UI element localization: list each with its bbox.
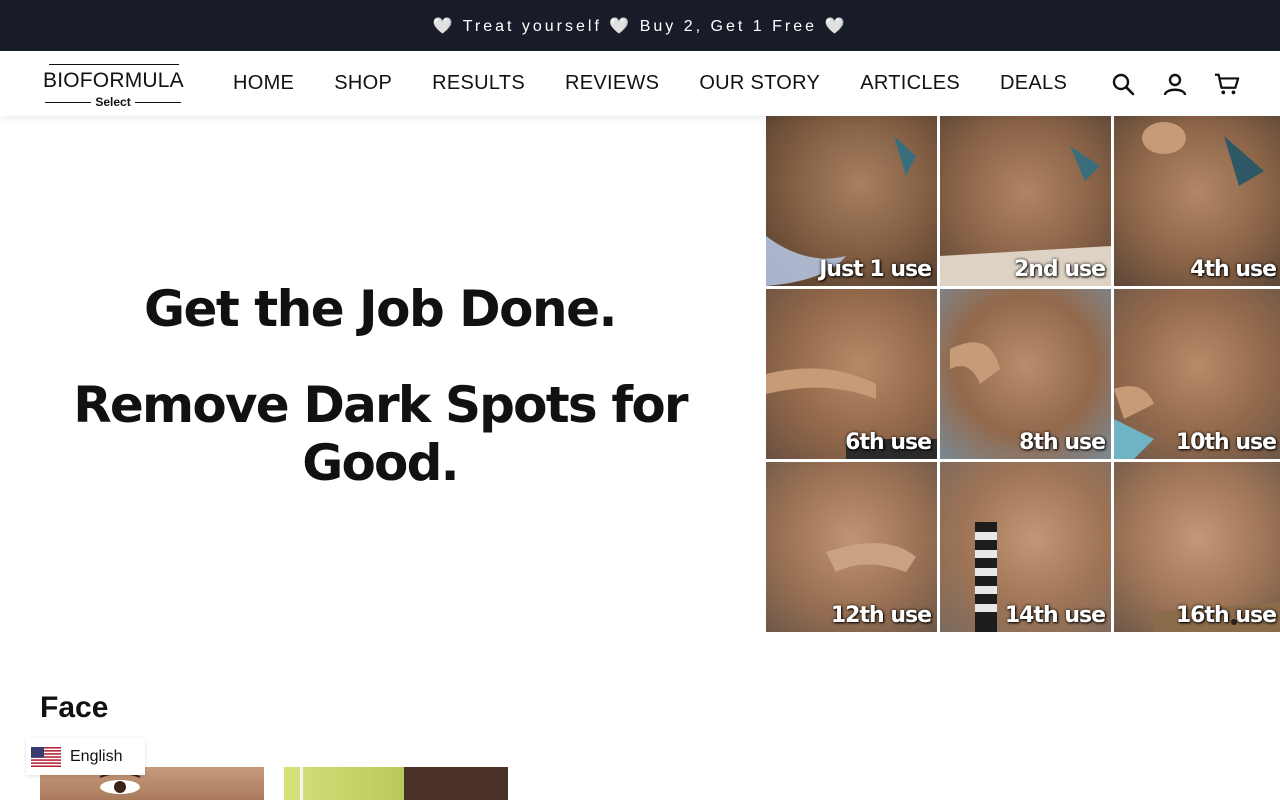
logo-sub-text: Select xyxy=(95,95,131,109)
language-selector[interactable]: English xyxy=(26,738,145,775)
progress-label: 8th use xyxy=(1019,430,1106,455)
progress-photo: 2nd use xyxy=(940,116,1111,286)
progress-label: 4th use xyxy=(1190,257,1277,282)
us-flag-icon xyxy=(31,746,61,767)
search-icon[interactable] xyxy=(1110,71,1136,97)
progress-photo: 6th use xyxy=(766,289,937,459)
progress-photo: Just 1 use xyxy=(766,116,937,286)
progress-label: 2nd use xyxy=(1013,257,1106,282)
account-icon[interactable] xyxy=(1162,71,1188,97)
hero-headline: Get the Job Done. xyxy=(143,280,618,338)
logo-rule xyxy=(49,64,179,65)
logo-sub-row: Select xyxy=(45,95,182,109)
language-label: English xyxy=(70,747,123,765)
progress-label: Just 1 use xyxy=(819,257,932,282)
main-nav: HOME SHOP RESULTS REVIEWS OUR STORY ARTI… xyxy=(233,51,1067,116)
progress-label: 10th use xyxy=(1175,430,1277,455)
nav-deals[interactable]: DEALS xyxy=(1000,72,1067,95)
site-logo[interactable]: BIOFORMULA Select xyxy=(43,63,184,109)
hero-subheadline: Remove Dark Spots for Good. xyxy=(73,376,688,492)
section-title-face: Face xyxy=(40,691,109,724)
before-after-grid: Just 1 use 2nd use 4th use 6th use 8th u… xyxy=(766,116,1280,633)
hero-text: Get the Job Done. Remove Dark Spots for … xyxy=(0,116,760,633)
progress-photo: 12th use xyxy=(766,462,937,632)
progress-label: 16th use xyxy=(1175,603,1277,628)
progress-label: 6th use xyxy=(845,430,932,455)
logo-rule xyxy=(45,101,92,103)
progress-label: 12th use xyxy=(830,603,932,628)
progress-photo: 4th use xyxy=(1114,116,1280,286)
nav-reviews[interactable]: REVIEWS xyxy=(565,72,659,95)
header-icons xyxy=(1110,51,1240,116)
progress-photo: 10th use xyxy=(1114,289,1280,459)
progress-photo: 16th use xyxy=(1114,462,1280,632)
hero-banner[interactable]: Get the Job Done. Remove Dark Spots for … xyxy=(0,116,1280,633)
face-photo-shape xyxy=(300,767,508,800)
progress-label: 14th use xyxy=(1004,603,1106,628)
announcement-text: 🤍 Treat yourself 🤍 Buy 2, Get 1 Free 🤍 xyxy=(432,17,848,35)
site-header: BIOFORMULA Select HOME SHOP RESULTS REVI… xyxy=(0,51,1280,116)
nav-our-story[interactable]: OUR STORY xyxy=(699,72,820,95)
progress-photo: 8th use xyxy=(940,289,1111,459)
nav-shop[interactable]: SHOP xyxy=(334,72,392,95)
nav-results[interactable]: RESULTS xyxy=(432,72,525,95)
nav-home[interactable]: HOME xyxy=(233,72,294,95)
announcement-bar: 🤍 Treat yourself 🤍 Buy 2, Get 1 Free 🤍 xyxy=(0,0,1280,51)
logo-rule xyxy=(134,101,182,103)
product-thumbnail[interactable] xyxy=(284,767,508,800)
progress-photo: 14th use xyxy=(940,462,1111,632)
cart-icon[interactable] xyxy=(1214,71,1240,97)
logo-main-text: BIOFORMULA xyxy=(43,69,184,92)
nav-articles[interactable]: ARTICLES xyxy=(860,72,960,95)
